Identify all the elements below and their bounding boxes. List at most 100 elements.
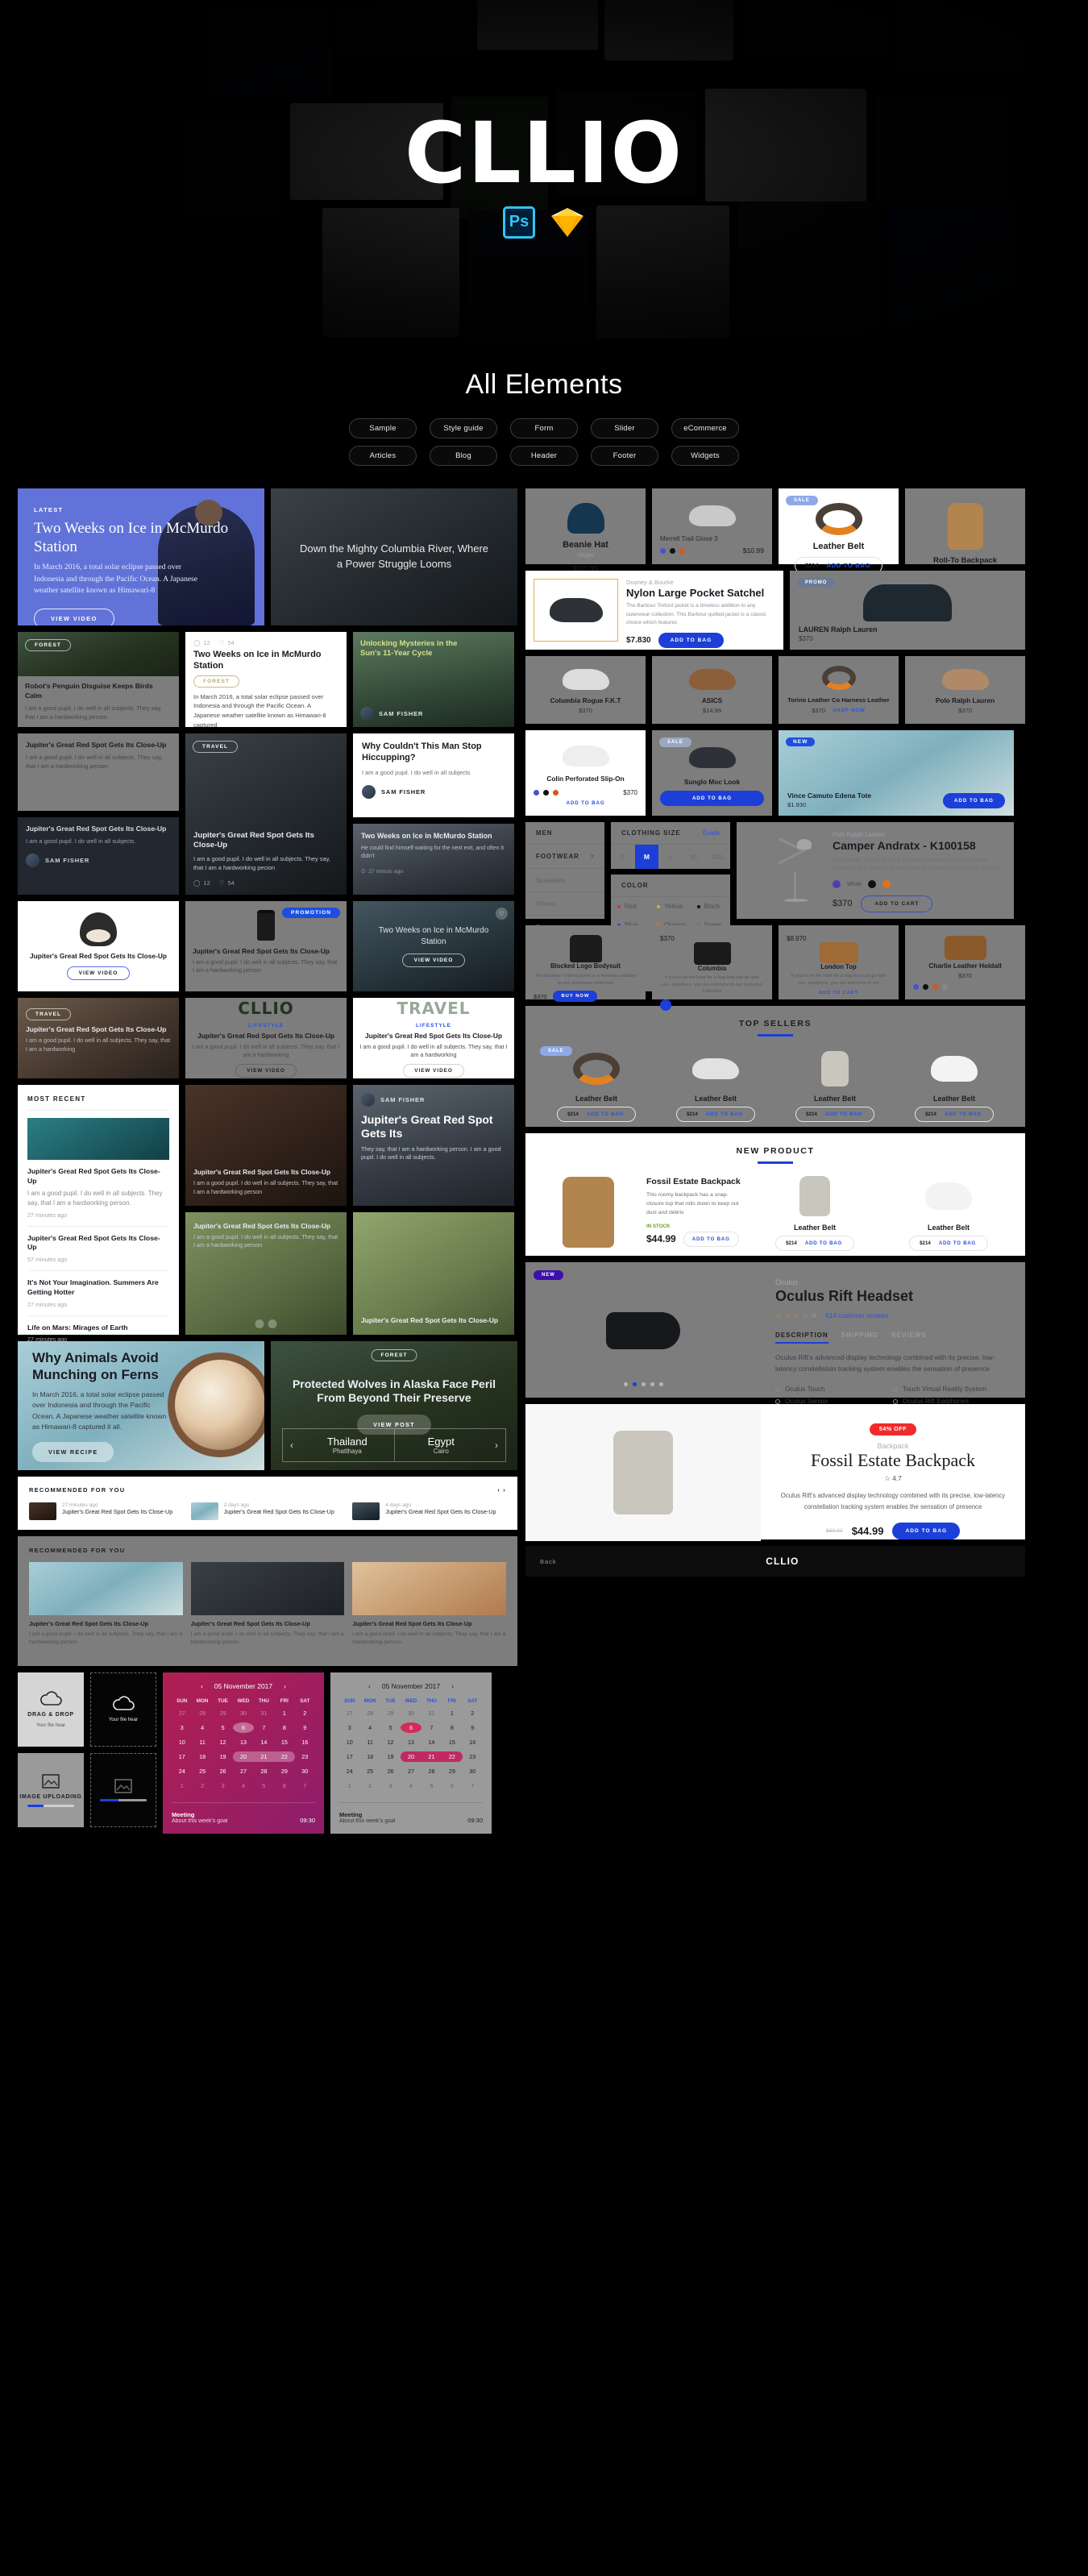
calendar-day[interactable]: 12 (380, 1737, 401, 1747)
calendar-day[interactable]: 27 (401, 1766, 421, 1776)
product-columbia-bag[interactable]: $370 Columbia If you're on the hunt for … (652, 925, 772, 1012)
chair-card[interactable]: Jupiter's Great Red Spot Gets Its Close-… (18, 901, 179, 991)
add-to-bag-button[interactable]: ADD TO BAG (942, 793, 1005, 808)
image-upload-zone-dark[interactable] (90, 1752, 156, 1827)
tag-form[interactable]: Form (510, 418, 578, 438)
calendar-day[interactable]: 29 (213, 1708, 233, 1718)
tag-articles[interactable]: Articles (349, 446, 417, 466)
calendar-day[interactable]: 7 (254, 1722, 274, 1733)
calendar-day[interactable]: 8 (442, 1722, 462, 1733)
jupiter-dark-card[interactable]: Jupiter's Great Red Spot Gets Its Close-… (18, 817, 179, 895)
cllio-view-video-button[interactable]: VIEW VIDEO (235, 1064, 297, 1078)
calendar-day[interactable]: 3 (213, 1780, 233, 1791)
product-london[interactable]: $8.970 London Top If you're on the hunt … (779, 925, 899, 999)
calendar-day[interactable]: 5 (213, 1722, 233, 1733)
product-columbia-shoe[interactable]: Columbia Rogue F.K.T $370 (525, 656, 646, 724)
tag-sample[interactable]: Sample (349, 418, 417, 438)
calendar-day[interactable]: 13 (401, 1737, 421, 1747)
tab-reviews[interactable]: REVIEWS (891, 1332, 927, 1344)
tag-slider[interactable]: Slider (591, 418, 658, 438)
buy-now-button[interactable]: BUY NOW (553, 991, 598, 1003)
product-vince[interactable]: NEW Vince Camuto Edena Tote $1.930 ADD T… (779, 730, 1014, 816)
calendar-day[interactable]: 18 (359, 1751, 380, 1762)
next-arrow-icon[interactable] (268, 1319, 277, 1328)
product-sunglo[interactable]: SALE Sunglo Moc Look ADD TO BAG (652, 730, 772, 816)
calendar-day[interactable]: 29 (274, 1766, 294, 1776)
add-to-bag-button[interactable]: ADD TO BAG (892, 1523, 961, 1540)
calendar-pink[interactable]: ‹ 05 November 2017 › SUN MON TUE WED THU… (163, 1672, 324, 1834)
product-polo[interactable]: Polo Ralph Lauren $370 (905, 656, 1025, 724)
calendar-day-selected[interactable]: 6 (233, 1722, 254, 1733)
favorite-icon[interactable]: ♡ (496, 908, 508, 920)
product-satchel-detail[interactable]: Dooney & Bourke Nylon Large Pocket Satch… (525, 571, 783, 650)
prev-month-icon[interactable]: ‹ (201, 1682, 203, 1690)
slide-dot[interactable] (658, 1382, 663, 1386)
color-swatch[interactable] (923, 984, 928, 990)
drag-drop-zone[interactable]: DRAG & DROP Your file hear (18, 1672, 84, 1747)
calendar-day[interactable]: 27 (172, 1708, 192, 1718)
calendar-day[interactable]: 14 (254, 1737, 274, 1747)
card[interactable]: Jupiter's Great Red Spot Gets Its Close-… (29, 1562, 183, 1656)
calendar-day[interactable]: 28 (254, 1766, 274, 1776)
color-swatch[interactable] (868, 879, 877, 888)
tab-description[interactable]: DESCRIPTION (775, 1332, 828, 1344)
list-item[interactable]: 2 days ago Jupiter's Great Red Spot Gets… (190, 1502, 345, 1520)
size-s[interactable]: S (611, 845, 635, 869)
mcmurdo-card[interactable]: ◯ 12 ♡ 54 Two Weeks on Ice in McMurdo St… (185, 632, 347, 727)
slide-dot[interactable] (650, 1382, 654, 1386)
calendar-day[interactable]: 1 (274, 1708, 294, 1718)
calendar-day[interactable]: 9 (463, 1722, 483, 1733)
beach-card[interactable]: ♡ Two Weeks on Ice in McMurdo Station VI… (353, 901, 514, 991)
product-rollto-backpack[interactable]: Roll-To Backpack $475.99 (905, 488, 1025, 580)
calendar-day[interactable]: 12 (213, 1737, 233, 1747)
city-egypt[interactable]: Egypt Cairo (395, 1429, 488, 1461)
color-red[interactable]: Red (611, 897, 650, 916)
succulent-card[interactable]: TRAVEL Jupiter's Great Red Spot Gets Its… (18, 998, 179, 1078)
calendar-day[interactable]: 16 (295, 1737, 315, 1747)
drag-drop-zone-dark[interactable]: Your file hear (90, 1672, 156, 1747)
calendar-day-range[interactable]: 21 (253, 1751, 275, 1762)
list-item[interactable]: It's Not Your Imagination. Summers Are G… (27, 1271, 169, 1316)
top-seller-item[interactable]: SALE Leather Belt $214 ADD TO BAG (540, 1045, 653, 1122)
calendar-day[interactable]: 26 (213, 1766, 233, 1776)
add-to-bag-button[interactable]: $214 ADD TO BAG (775, 1235, 854, 1251)
add-to-bag-button[interactable]: $214 ADD TO BAG (915, 1106, 994, 1122)
calendar-day[interactable]: 30 (233, 1708, 253, 1718)
product-sofa[interactable]: PROMO LAUREN Ralph Lauren $370 (790, 571, 1025, 650)
tag-header[interactable]: Header (510, 446, 578, 466)
calendar-day[interactable]: 27 (339, 1708, 359, 1718)
ferns-banner[interactable]: Why Animals Avoid Munching on Ferns In M… (18, 1341, 264, 1470)
calendar-day-selected[interactable]: 6 (401, 1722, 421, 1733)
image-upload-zone[interactable]: IMAGE UPLOADING (18, 1752, 84, 1827)
view-recipe-button[interactable]: VIEW RECIPE (32, 1442, 114, 1463)
calendar-day[interactable]: 5 (254, 1780, 274, 1791)
color-swatch[interactable] (942, 984, 948, 990)
card[interactable]: Jupiter's Great Red Spot Gets Its Close-… (190, 1562, 345, 1656)
color-swatch[interactable] (534, 790, 539, 796)
color-swatch[interactable] (679, 547, 685, 554)
calendar-day[interactable]: 28 (421, 1766, 442, 1776)
calendar-day[interactable]: 1 (172, 1780, 192, 1791)
new-product-item[interactable]: Leather Belt $214 ADD TO BAG (887, 1174, 1011, 1251)
calendar-day[interactable]: 3 (339, 1722, 359, 1733)
add-to-bag-button[interactable]: ADD TO BAG (534, 800, 637, 806)
calendar-day-range[interactable]: 22 (442, 1751, 463, 1762)
calendar-day-range[interactable]: 20 (401, 1751, 421, 1762)
calendar-day[interactable]: 15 (274, 1737, 294, 1747)
color-black[interactable]: Black (691, 897, 730, 916)
calendar-day[interactable]: 28 (359, 1708, 380, 1718)
calendar-day[interactable]: 2 (295, 1708, 315, 1718)
calendar-day[interactable]: 10 (339, 1737, 359, 1747)
calendar-day[interactable]: 15 (442, 1737, 462, 1747)
size-guide-link[interactable]: Guide (703, 829, 720, 837)
calendar-day[interactable]: 31 (421, 1708, 442, 1718)
calendar-day[interactable]: 1 (442, 1708, 462, 1718)
prev-arrow-icon[interactable] (255, 1319, 264, 1328)
size-xl[interactable]: XL (683, 845, 707, 869)
slide-dot[interactable] (623, 1382, 628, 1386)
tag-footer[interactable]: Footer (591, 446, 658, 466)
size-m[interactable]: M (634, 845, 659, 869)
next-month-icon[interactable]: › (451, 1682, 454, 1690)
penguin-card[interactable]: FOREST Robot's Penguin Disguise Keeps Bi… (18, 632, 179, 727)
calendar-day[interactable]: 7 (463, 1780, 483, 1791)
